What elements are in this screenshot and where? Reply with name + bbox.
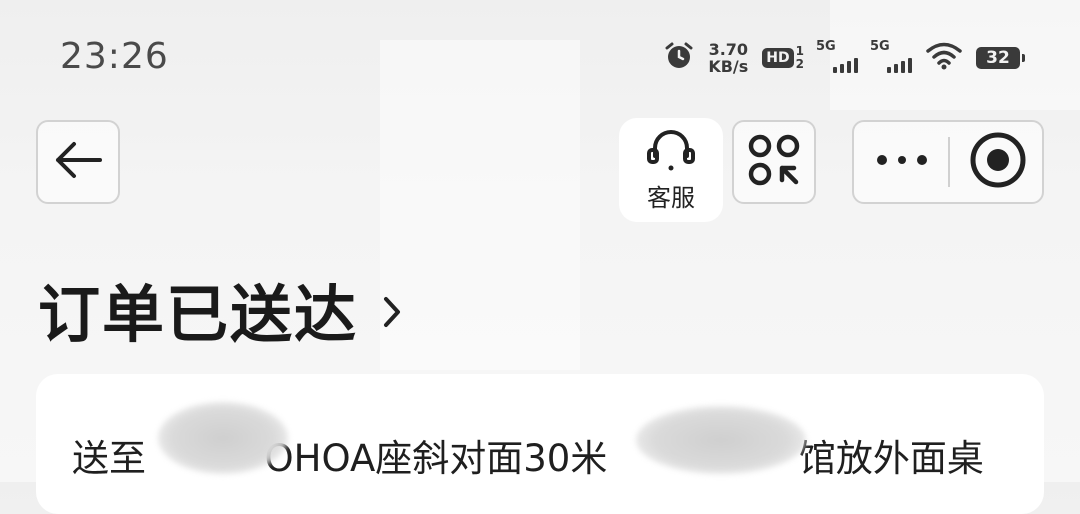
address-middle: OHOA座斜对面30米 [264, 437, 608, 480]
redacted-blur [636, 406, 806, 474]
close-mini-program-icon[interactable] [968, 130, 1028, 194]
address-suffix: 馆放外面桌 [798, 437, 984, 480]
address-prefix: 送至 [72, 437, 146, 480]
hd-icon: HD [762, 48, 794, 68]
status-icons: 3.70 KB/s HD 1 2 5G 5G 32 [664, 38, 1025, 78]
status-time: 23:26 [60, 36, 169, 77]
sim1-network-label: 5G [816, 39, 836, 54]
capsule-divider [948, 137, 950, 187]
back-button[interactable] [36, 120, 120, 204]
signal-icon-sim1: 5G [816, 39, 858, 73]
mini-program-capsule [852, 120, 1044, 204]
wifi-icon [926, 42, 962, 74]
customer-service-button[interactable]: 客服 [619, 118, 723, 222]
hd-sub-bottom: 2 [795, 57, 804, 71]
redacted-blur [158, 402, 288, 474]
arrow-left-icon [52, 140, 104, 184]
page-title: 订单已送达 [38, 278, 359, 351]
network-speed: 3.70 KB/s [708, 41, 748, 75]
scan-icon [746, 132, 802, 192]
delivery-address-card: 送至 OHOA座斜对面30米 馆放外面桌 [36, 374, 1044, 514]
alarm-icon [664, 41, 694, 75]
chevron-right-icon [382, 295, 402, 333]
sim2-network-label: 5G [870, 39, 890, 54]
more-options-icon[interactable] [874, 152, 930, 172]
signal-icon-sim2: 5G [870, 39, 912, 73]
status-bar: 23:26 3.70 KB/s HD 1 2 5G 5G 32 [0, 0, 1080, 110]
headset-icon [641, 128, 701, 176]
battery-icon: 32 [976, 47, 1025, 69]
network-speed-unit: KB/s [708, 57, 749, 76]
network-speed-value: 3.70 [708, 40, 749, 59]
order-status-header[interactable]: 订单已送达 [38, 264, 402, 354]
hd-voice-indicator: HD 1 2 [762, 45, 804, 71]
customer-service-label: 客服 [647, 183, 695, 212]
scan-button[interactable] [732, 120, 816, 204]
